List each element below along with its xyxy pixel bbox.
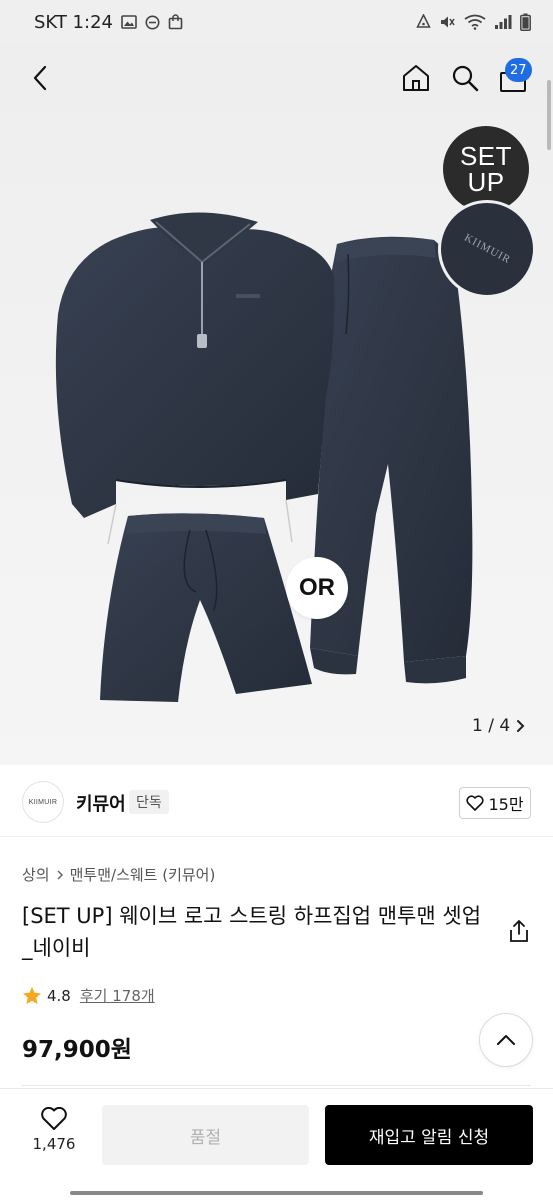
breadcrumb-category[interactable]: 맨투맨/스웨트 (키뮤어) [70, 864, 216, 885]
shorts-image [100, 513, 312, 702]
status-left: SKT 1:24 [34, 12, 183, 33]
price: 97,900원 [22, 1037, 132, 1063]
setup-badge-line1: SET [459, 141, 513, 171]
home-gesture-bar[interactable] [70, 1191, 483, 1195]
wishlist-button[interactable]: 1,476 [22, 1107, 86, 1163]
signal-icon [495, 15, 512, 29]
product-image-gallery[interactable]: SET UP KIIMUIR OR 27 1 / 4 [0, 44, 553, 765]
brand-like-button[interactable]: 15만 [459, 787, 531, 819]
system-navigation-bar [0, 1170, 553, 1200]
rating-row: 4.8 후기 178개 [22, 985, 155, 1006]
alarm-icon [416, 14, 431, 28]
brand-name[interactable]: 키뮤어 [76, 790, 126, 816]
product-title: [SET UP] 웨이브 로고 스트링 하프집업 맨투맨 셋업_네이비 [22, 904, 482, 960]
search-icon [452, 65, 479, 92]
heart-icon [466, 795, 484, 811]
heart-icon [41, 1107, 67, 1130]
shopping-bag-notification-icon [168, 14, 183, 30]
mute-icon [441, 16, 455, 28]
or-badge: OR [286, 557, 348, 619]
soldout-button: 품절 [102, 1105, 309, 1165]
sweatpants-image [310, 236, 473, 684]
wishlist-count: 1,476 [32, 1135, 76, 1153]
brand-like-count: 15만 [488, 795, 524, 814]
breadcrumb: 상의 맨투맨/스웨트 (키뮤어) [22, 864, 215, 885]
search-button[interactable] [445, 58, 485, 98]
chevron-right-icon [517, 720, 525, 732]
status-right [416, 13, 531, 31]
page-scrollbar[interactable] [547, 80, 551, 150]
divider [22, 1085, 531, 1086]
half-zip-sweatshirt-image [55, 212, 335, 545]
exclusive-tag: 단독 [129, 790, 169, 814]
share-button[interactable] [507, 918, 531, 944]
back-button[interactable] [20, 58, 60, 98]
scroll-to-top-button[interactable] [479, 1013, 533, 1067]
home-icon [403, 65, 429, 91]
brand-logo-text: KIIMUIR [28, 798, 58, 806]
home-button[interactable] [396, 58, 436, 98]
image-page-indicator[interactable]: 1 / 4 [472, 716, 525, 736]
bottom-purchase-bar: 1,476 품절 재입고 알림 신청 [0, 1088, 553, 1170]
share-icon [510, 920, 528, 942]
chevron-right-icon [57, 869, 63, 880]
review-count-link[interactable]: 후기 178개 [80, 985, 155, 1006]
brand-row: KIIMUIR 키뮤어 단독 15만 [0, 765, 553, 837]
gallery-notification-icon [121, 15, 137, 29]
embroidery-detail-circle: KIIMUIR [438, 200, 536, 298]
embroidery-text: KIIMUIR [461, 231, 513, 267]
chevron-up-icon [497, 1035, 515, 1045]
status-bar: SKT 1:24 [0, 0, 553, 44]
cart-count-badge: 27 [505, 58, 532, 82]
top-navigation: 27 [0, 44, 553, 114]
star-icon [23, 987, 41, 1004]
breadcrumb-root[interactable]: 상의 [22, 864, 50, 885]
status-time: SKT 1:24 [34, 11, 113, 33]
chevron-left-icon [33, 65, 47, 91]
setup-badge-line2: UP [467, 167, 505, 197]
wifi-icon [464, 14, 486, 30]
battery-icon [520, 13, 531, 31]
brand-logo[interactable]: KIIMUIR [22, 781, 64, 823]
do-not-disturb-icon [145, 15, 160, 29]
rating-value: 4.8 [47, 986, 71, 1005]
page-counter: 1 / 4 [472, 716, 511, 736]
restock-alert-button[interactable]: 재입고 알림 신청 [325, 1105, 533, 1165]
